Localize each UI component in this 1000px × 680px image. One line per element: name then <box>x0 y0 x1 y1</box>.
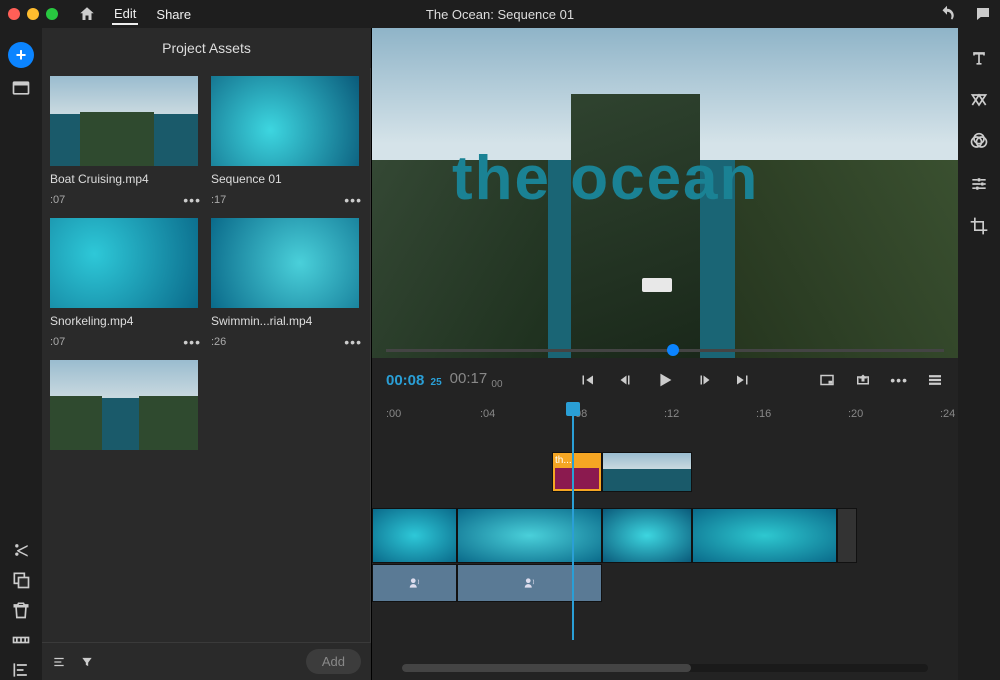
asset-duration: :26 <box>211 336 226 348</box>
transitions-icon[interactable] <box>969 90 989 110</box>
asset-duration: :17 <box>211 194 226 206</box>
asset-item[interactable] <box>50 360 201 450</box>
adjust-icon[interactable] <box>969 174 989 194</box>
markers-icon[interactable] <box>11 630 31 650</box>
asset-name: Sequence 01 <box>211 172 362 186</box>
timeline-playhead[interactable] <box>572 402 574 640</box>
crop-icon[interactable] <box>969 216 989 236</box>
export-frame-icon[interactable] <box>854 371 872 389</box>
timeline-audio-clip[interactable] <box>372 564 457 602</box>
goto-end-icon[interactable] <box>734 371 752 389</box>
right-rail <box>958 28 1000 680</box>
home-icon[interactable] <box>78 5 96 23</box>
titlebar: Edit Share The Ocean: Sequence 01 <box>0 0 1000 28</box>
play-icon[interactable] <box>654 369 676 391</box>
trash-icon[interactable] <box>11 600 31 620</box>
add-media-button[interactable]: + <box>8 42 34 68</box>
timeline-ruler[interactable]: :00 :04 :08 :12 :16 :20 :24 <box>372 402 958 426</box>
scissors-icon[interactable] <box>11 540 31 560</box>
timeline-audio-clip[interactable] <box>457 564 602 602</box>
more-options-icon[interactable]: ••• <box>890 372 908 388</box>
add-button[interactable]: Add <box>306 649 361 674</box>
title-overlay-text: the ocean <box>452 143 759 214</box>
timeline-scrollbar-handle[interactable] <box>402 664 691 672</box>
list-view-icon[interactable] <box>52 655 66 669</box>
asset-menu-icon[interactable]: ••• <box>344 334 362 350</box>
main-area: the ocean 00:08 25 00:17 00 ••• :00 :04 … <box>372 28 958 680</box>
timeline-title-clip[interactable]: th... <box>552 452 602 492</box>
window-close[interactable] <box>8 8 20 20</box>
timeline-video-clip[interactable] <box>602 508 692 563</box>
timecode-current[interactable]: 00:08 25 <box>386 372 442 389</box>
asset-duration: :07 <box>50 336 65 348</box>
asset-menu-icon[interactable]: ••• <box>183 334 201 350</box>
comment-icon[interactable] <box>974 5 992 23</box>
tab-share[interactable]: Share <box>154 5 193 24</box>
asset-name: Snorkeling.mp4 <box>50 314 201 328</box>
filter-icon[interactable] <box>80 655 94 669</box>
assets-panel: Project Assets Boat Cruising.mp4 :07••• … <box>42 28 372 680</box>
asset-menu-icon[interactable]: ••• <box>344 192 362 208</box>
asset-item[interactable]: Snorkeling.mp4 :07 ••• <box>50 218 201 350</box>
step-forward-icon[interactable] <box>696 371 714 389</box>
asset-name: Boat Cruising.mp4 <box>50 172 201 186</box>
color-icon[interactable] <box>969 132 989 152</box>
tab-edit[interactable]: Edit <box>112 4 138 25</box>
window-zoom[interactable] <box>46 8 58 20</box>
window-minimize[interactable] <box>27 8 39 20</box>
assets-panel-title: Project Assets <box>42 28 371 68</box>
asset-item[interactable]: Boat Cruising.mp4 :07 ••• <box>50 76 201 208</box>
timeline-gap-clip[interactable] <box>837 508 857 563</box>
settings-list-icon[interactable] <box>926 371 944 389</box>
voice-icon <box>408 576 422 590</box>
timeline-video-clip[interactable] <box>692 508 837 563</box>
undo-icon[interactable] <box>938 5 956 23</box>
voice-icon <box>523 576 537 590</box>
timeline-video-clip[interactable] <box>372 508 457 563</box>
asset-item[interactable]: Sequence 01 :17 ••• <box>211 76 362 208</box>
playback-controls: 00:08 25 00:17 00 ••• <box>372 358 958 402</box>
asset-name: Swimmin...rial.mp4 <box>211 314 362 328</box>
left-align-icon[interactable] <box>11 660 31 680</box>
text-tool-icon[interactable] <box>969 48 989 68</box>
step-back-icon[interactable] <box>616 371 634 389</box>
goto-start-icon[interactable] <box>578 371 596 389</box>
duplicate-icon[interactable] <box>11 570 31 590</box>
window-title: The Ocean: Sequence 01 <box>426 7 574 22</box>
timeline[interactable]: th... <box>372 426 958 680</box>
boat-graphic <box>642 278 672 292</box>
preview-monitor[interactable]: the ocean <box>372 28 958 358</box>
preview-scrubber[interactable] <box>386 349 944 352</box>
asset-item[interactable]: Swimmin...rial.mp4 :26 ••• <box>211 218 362 350</box>
timecode-total: 00:17 00 <box>450 370 503 390</box>
timeline-video-clip[interactable] <box>602 452 692 492</box>
left-rail: + <box>0 28 42 680</box>
asset-menu-icon[interactable]: ••• <box>183 192 201 208</box>
project-panel-icon[interactable] <box>11 78 31 98</box>
fullscreen-icon[interactable] <box>818 371 836 389</box>
asset-duration: :07 <box>50 194 65 206</box>
timeline-scrollbar[interactable] <box>402 664 928 672</box>
timeline-video-clip[interactable] <box>457 508 602 563</box>
